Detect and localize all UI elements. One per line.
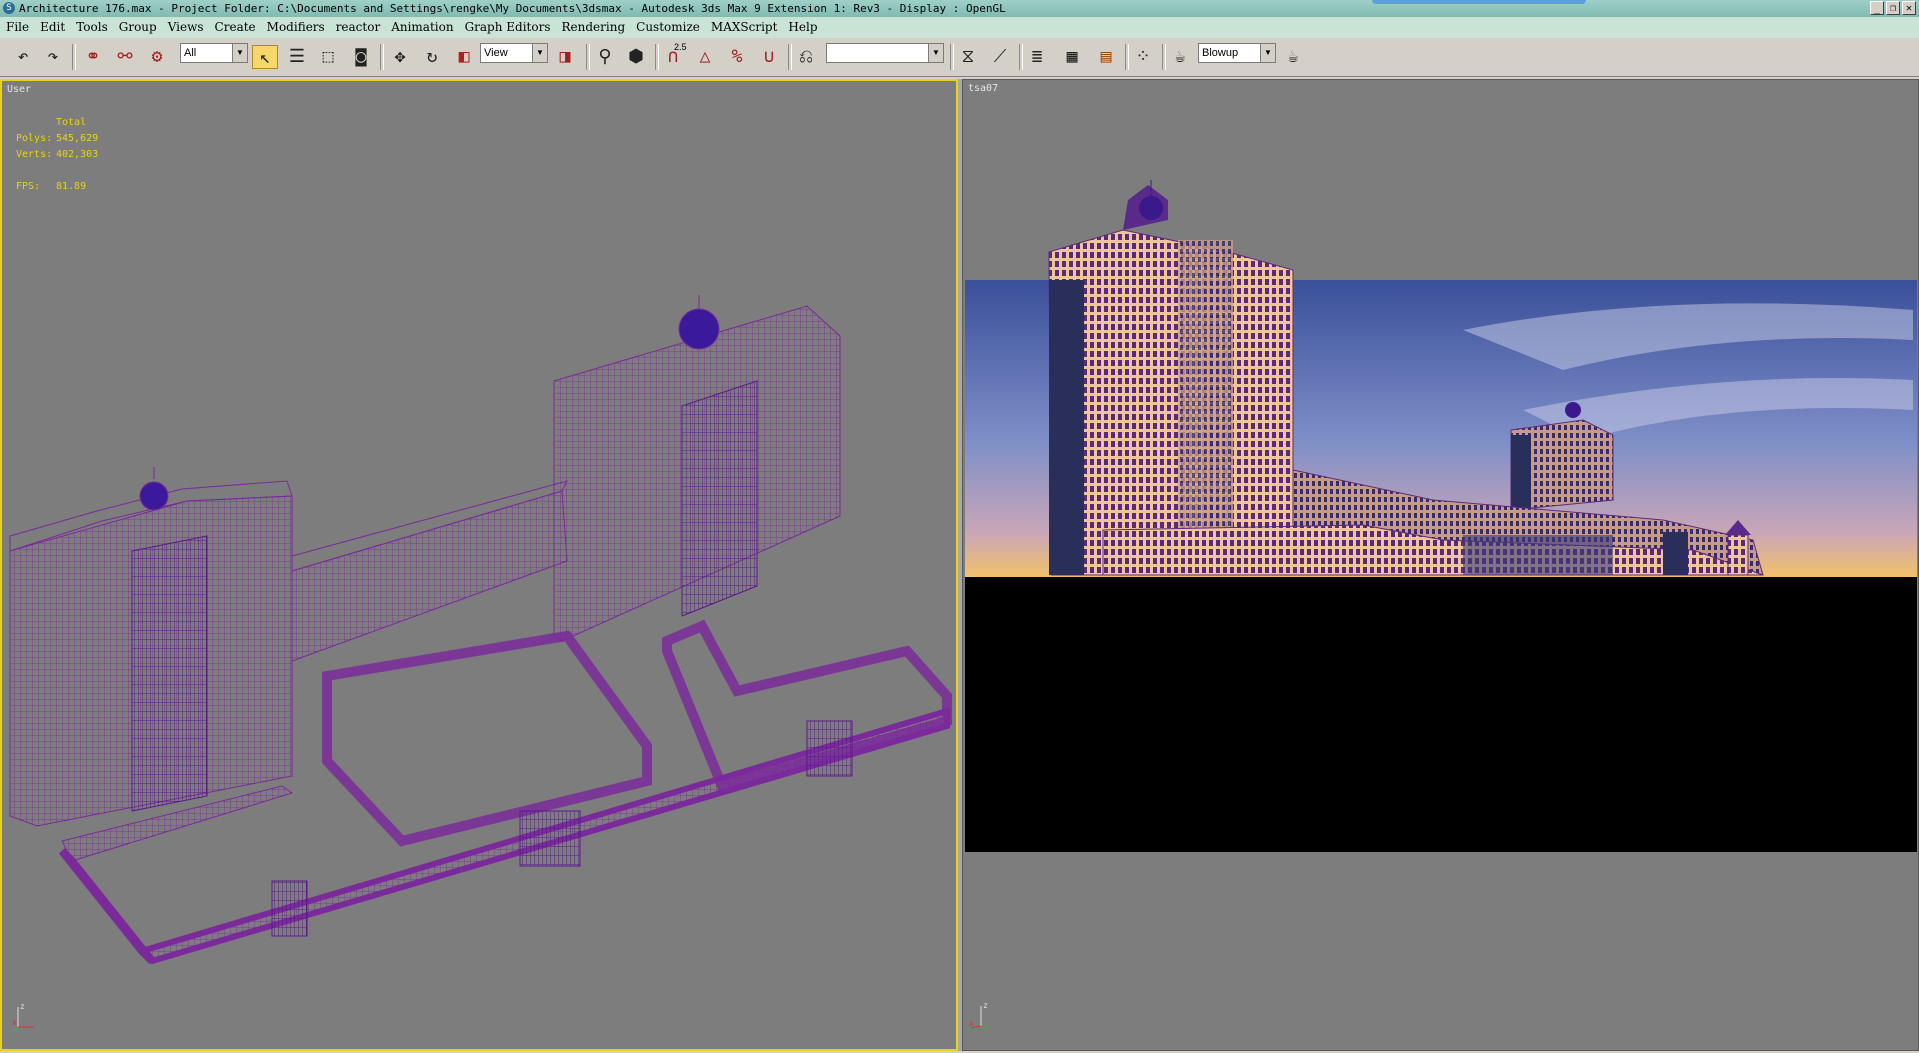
wire-gate-right bbox=[806, 720, 853, 777]
render-preset-dropdown[interactable]: Blowup ▼ bbox=[1198, 43, 1276, 63]
render-scene-icon[interactable]: ☕ bbox=[1167, 45, 1193, 69]
menu-group[interactable]: Group bbox=[113, 17, 162, 38]
edit-named-sel-icon[interactable]: ⎌ bbox=[793, 45, 819, 69]
keyboard-shortcut-icon[interactable]: ⬢ bbox=[623, 45, 649, 69]
menu-modifiers[interactable]: Modifiers bbox=[261, 17, 330, 38]
selection-filter-dropdown[interactable]: All ▼ bbox=[180, 43, 248, 63]
menu-reactor[interactable]: reactor bbox=[330, 17, 386, 38]
material-editor-icon[interactable]: ⁘ bbox=[1130, 45, 1156, 69]
select-icon[interactable]: ↖ bbox=[252, 45, 278, 69]
render-preset-value: Blowup bbox=[1202, 47, 1239, 59]
bind-space-warp-icon[interactable]: ⚙ bbox=[144, 45, 170, 69]
chevron-down-icon: ▼ bbox=[928, 44, 943, 62]
toolbar-separator bbox=[1019, 44, 1023, 70]
wire-gate-center bbox=[519, 810, 581, 867]
redo-icon[interactable]: ↷ bbox=[40, 45, 66, 69]
rect-region-icon[interactable]: ⬚ bbox=[315, 45, 341, 69]
render-kiosk bbox=[1727, 534, 1749, 576]
toolbar-separator bbox=[655, 44, 659, 70]
render-tower-shadow bbox=[1049, 280, 1084, 575]
window-crossing-icon[interactable]: ◙ bbox=[348, 45, 374, 69]
reference-coord-value: View bbox=[484, 47, 508, 59]
menu-rendering[interactable]: Rendering bbox=[556, 17, 631, 38]
spinner-snap-icon[interactable]: ∪ bbox=[756, 45, 782, 69]
selection-filter-value: All bbox=[184, 47, 197, 59]
3dsmax-app-icon[interactable]: S bbox=[3, 2, 15, 14]
chevron-down-icon: ▼ bbox=[1260, 44, 1275, 62]
toolbar-separator bbox=[72, 44, 76, 70]
reference-coord-dropdown[interactable]: View ▼ bbox=[480, 43, 548, 63]
curve-editor-icon[interactable]: ▦ bbox=[1059, 45, 1085, 69]
manipulate-icon[interactable]: ⚲ bbox=[592, 45, 618, 69]
taskbar-highlight bbox=[1372, 0, 1586, 4]
toolbar-separator bbox=[586, 44, 590, 70]
align-icon[interactable]: ⟋ bbox=[987, 45, 1013, 69]
letterbox-bottom bbox=[965, 577, 1917, 852]
rendered-scene bbox=[965, 180, 1917, 852]
axis-tripod-icon: z x bbox=[12, 1002, 34, 1033]
scale-icon[interactable]: ◧ bbox=[451, 45, 477, 69]
toolbar-separator bbox=[788, 44, 792, 70]
main-toolbar: ↶ ↷ ⚭ ⚯ ⚙ All ▼ ↖ ☰ ⬚ ◙ ✥ ↻ ◧ View ▼ ◨ ⚲ ⬢… bbox=[0, 38, 1919, 77]
wire-connector bbox=[291, 490, 568, 662]
menu-customize[interactable]: Customize bbox=[630, 17, 705, 38]
use-center-icon[interactable]: ◨ bbox=[552, 45, 578, 69]
percent-snap-icon[interactable]: % bbox=[724, 45, 750, 69]
unlink-icon[interactable]: ⚯ bbox=[112, 45, 138, 69]
chevron-down-icon: ▼ bbox=[532, 44, 547, 62]
viewport-divider[interactable] bbox=[958, 79, 962, 1051]
chevron-down-icon: ▼ bbox=[232, 44, 247, 62]
menu-file[interactable]: File bbox=[0, 17, 34, 38]
rotate-icon[interactable]: ↻ bbox=[419, 45, 445, 69]
select-link-icon[interactable]: ⚭ bbox=[80, 45, 106, 69]
toolbar-separator bbox=[1162, 44, 1166, 70]
axis-z-label: z bbox=[983, 1001, 988, 1010]
window-title: Architecture 176.max - Project Folder: C… bbox=[19, 2, 1006, 15]
viewport-camera[interactable]: tsa07 z x bbox=[962, 79, 1919, 1051]
maximize-button[interactable]: ❐ bbox=[1886, 1, 1900, 15]
title-bar: S Architecture 176.max - Project Folder:… bbox=[0, 0, 1919, 17]
schematic-view-icon[interactable]: ▤ bbox=[1093, 45, 1119, 69]
toolbar-separator bbox=[950, 44, 954, 70]
axis-x-label: x bbox=[12, 1018, 17, 1027]
menu-create[interactable]: Create bbox=[209, 17, 261, 38]
mirror-icon[interactable]: ⧖ bbox=[955, 45, 981, 69]
axis-z-label: z bbox=[20, 1002, 25, 1011]
axis-x-label: x bbox=[969, 1019, 974, 1028]
menu-edit[interactable]: Edit bbox=[34, 17, 70, 38]
menu-bar: File Edit Tools Group Views Create Modifiers re… bbox=[0, 17, 1919, 38]
wire-gate-left bbox=[271, 880, 308, 937]
menu-animation[interactable]: Animation bbox=[385, 17, 458, 38]
quick-render-icon[interactable]: ☕ bbox=[1280, 45, 1306, 69]
menu-views[interactable]: Views bbox=[162, 17, 209, 38]
undo-icon[interactable]: ↶ bbox=[10, 45, 36, 69]
select-by-name-icon[interactable]: ☰ bbox=[284, 45, 310, 69]
move-icon[interactable]: ✥ bbox=[387, 45, 413, 69]
menu-tools[interactable]: Tools bbox=[70, 17, 113, 38]
wire-courtyard bbox=[322, 630, 652, 847]
layer-manager-icon[interactable]: ≣ bbox=[1024, 45, 1050, 69]
menu-maxscript[interactable]: MAXScript bbox=[705, 17, 783, 38]
minimize-button[interactable]: _ bbox=[1870, 1, 1884, 15]
viewport-user[interactable]: User Total Polys: 545,629 Verts: 402,303 FPS:… bbox=[0, 79, 958, 1051]
wireframe-model bbox=[9, 295, 952, 965]
toolbar-separator bbox=[380, 44, 384, 70]
menu-help[interactable]: Help bbox=[782, 17, 822, 38]
menu-graph-editors[interactable]: Graph Editors bbox=[459, 17, 556, 38]
angle-snap-icon[interactable]: △ bbox=[692, 45, 718, 69]
snap-label: 2.5 bbox=[674, 42, 687, 52]
named-selection-dropdown[interactable]: ▼ bbox=[826, 43, 944, 63]
axis-tripod-icon: z x bbox=[969, 1001, 988, 1031]
toolbar-separator bbox=[1125, 44, 1129, 70]
close-button[interactable]: ✕ bbox=[1902, 1, 1916, 15]
